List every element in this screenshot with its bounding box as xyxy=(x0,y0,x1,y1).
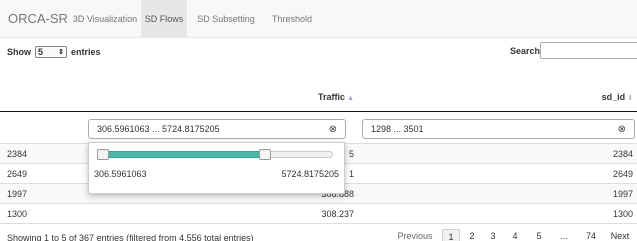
tab-threshold[interactable]: Threshold xyxy=(265,0,319,38)
traffic-cell: 1 xyxy=(348,169,354,179)
table-row: 1300 308.237 1300 xyxy=(0,203,637,223)
slider-max-value: 5724.8175205 xyxy=(281,169,339,179)
page-length-select[interactable]: 5 ⇕ xyxy=(35,46,67,58)
traffic-filter-input[interactable]: 306.5961063 ... 5724.8175205 ⊗ xyxy=(88,119,346,139)
row-id-cell: 2649 xyxy=(7,169,28,179)
sd-id-cell: 1997 xyxy=(612,189,633,199)
page-length-control: Show 5 ⇕ entries xyxy=(7,46,101,58)
pagination-page-1[interactable]: 1 xyxy=(442,229,460,241)
tab-sd-subsetting[interactable]: SD Subsetting xyxy=(188,0,264,38)
table-bottom-border xyxy=(0,223,637,224)
sd-id-filter-input[interactable]: 1298 ... 3501 ⊗ xyxy=(362,119,635,139)
pagination-ellipsis: … xyxy=(559,231,569,241)
pagination-page-2[interactable]: 2 xyxy=(465,229,479,241)
sd-id-header-label: sd_id xyxy=(601,92,626,102)
traffic-header-label: Traffic xyxy=(318,92,346,102)
traffic-cell: 308.237 xyxy=(321,209,354,219)
app-brand[interactable]: ORCA-SR xyxy=(8,11,68,26)
header-divider xyxy=(0,111,637,112)
table-info: Showing 1 to 5 of 367 entries (filtered … xyxy=(7,233,254,241)
column-header-sd-id[interactable]: sd_id ⇕ xyxy=(602,92,633,102)
tab-3d-visualization[interactable]: 3D Visualization xyxy=(70,0,140,38)
sort-both-icon: ⇕ xyxy=(627,95,633,102)
clear-circle-icon[interactable]: ⊗ xyxy=(618,124,626,135)
row-id-cell: 1300 xyxy=(7,209,28,219)
sd-id-cell: 2384 xyxy=(612,149,633,159)
row-id-cell: 1997 xyxy=(7,189,28,199)
search-label: Search: xyxy=(510,46,544,56)
sd-id-cell: 1300 xyxy=(612,209,633,219)
traffic-filter-value: 306.5961063 ... 5724.8175205 xyxy=(97,124,220,134)
range-slider-popup: 306.5961063 5724.8175205 xyxy=(88,142,345,194)
pagination-previous[interactable]: Previous xyxy=(395,229,435,241)
pagination-page-4[interactable]: 4 xyxy=(508,229,522,241)
pagination-page-74[interactable]: 74 xyxy=(582,229,600,241)
sd-id-cell: 2649 xyxy=(612,169,633,179)
tab-sd-flows[interactable]: SD Flows xyxy=(141,0,187,38)
column-header-traffic[interactable]: Traffic ▲ xyxy=(318,92,354,102)
clear-circle-icon[interactable]: ⊗ xyxy=(329,124,337,135)
slider-handle-max[interactable] xyxy=(258,149,271,160)
sd-id-filter-value: 1298 ... 3501 xyxy=(371,124,424,134)
page-length-value: 5 xyxy=(38,47,44,57)
navbar: ORCA-SR 3D Visualization SD Flows SD Sub… xyxy=(0,0,637,38)
traffic-cell: 5 xyxy=(348,149,354,159)
slider-min-value: 306.5961063 xyxy=(94,169,147,179)
slider-handle-min[interactable] xyxy=(97,149,109,160)
select-arrow-icon: ⇕ xyxy=(58,49,64,56)
row-id-cell: 2384 xyxy=(7,149,28,159)
pagination-page-5[interactable]: 5 xyxy=(532,229,546,241)
search-input[interactable] xyxy=(540,42,637,59)
slider-selected-range xyxy=(103,151,265,158)
sort-up-icon: ▲ xyxy=(347,95,354,102)
show-label: Show xyxy=(7,47,31,57)
pagination-page-3[interactable]: 3 xyxy=(486,229,500,241)
pagination-next[interactable]: Next xyxy=(608,229,632,241)
entries-label: entries xyxy=(71,47,101,57)
